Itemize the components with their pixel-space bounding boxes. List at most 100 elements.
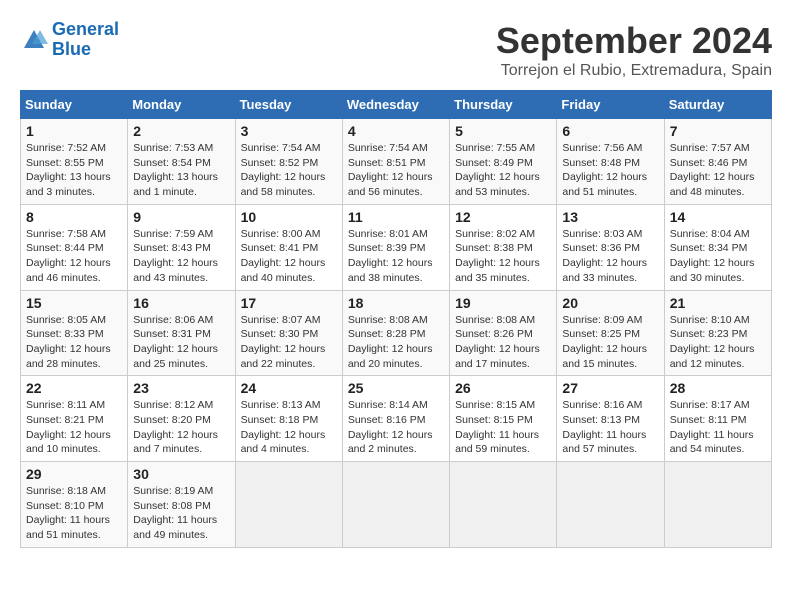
calendar-cell: 2Sunrise: 7:53 AMSunset: 8:54 PMDaylight… — [128, 119, 235, 205]
day-info: Sunrise: 8:01 AMSunset: 8:39 PMDaylight:… — [348, 227, 444, 286]
month-title: September 2024 — [496, 20, 772, 62]
calendar-cell: 20 Sunrise: 8:09 AMSunset: 8:25 PMDayligh… — [557, 290, 664, 376]
day-number: 29 — [26, 466, 122, 482]
day-number: 14 — [670, 209, 766, 225]
calendar-cell: 29 Sunrise: 8:18 AMSunset: 8:10 PMDayligh… — [21, 462, 128, 548]
day-number: 7 — [670, 123, 766, 139]
day-info: Sunrise: 7:53 AMSunset: 8:54 PMDaylight:… — [133, 141, 229, 200]
calendar-cell — [342, 462, 449, 548]
calendar-cell: 7 Sunrise: 7:57 AMSunset: 8:46 PMDaylight… — [664, 119, 771, 205]
calendar-week-1: 1 Sunrise: 7:52 AMSunset: 8:55 PMDaylight… — [21, 119, 772, 205]
calendar-cell: 16 Sunrise: 8:06 AMSunset: 8:31 PMDayligh… — [128, 290, 235, 376]
day-info: Sunrise: 8:03 AMSunset: 8:36 PMDaylight:… — [562, 227, 658, 286]
logo: General Blue — [20, 20, 119, 60]
calendar-cell: 26 Sunrise: 8:15 AMSunset: 8:15 PMDayligh… — [450, 376, 557, 462]
day-info: Sunrise: 8:11 AMSunset: 8:21 PMDaylight:… — [26, 398, 122, 457]
weekday-header-friday: Friday — [557, 91, 664, 119]
calendar-cell: 18 Sunrise: 8:08 AMSunset: 8:28 PMDayligh… — [342, 290, 449, 376]
calendar-cell: 14 Sunrise: 8:04 AMSunset: 8:34 PMDayligh… — [664, 204, 771, 290]
day-info: Sunrise: 7:55 AMSunset: 8:49 PMDaylight:… — [455, 141, 551, 200]
calendar-cell: 1 Sunrise: 7:52 AMSunset: 8:55 PMDaylight… — [21, 119, 128, 205]
calendar-cell: 30Sunrise: 8:19 AMSunset: 8:08 PMDayligh… — [128, 462, 235, 548]
calendar-cell: 19 Sunrise: 8:08 AMSunset: 8:26 PMDayligh… — [450, 290, 557, 376]
title-block: September 2024 Torrejon el Rubio, Extrem… — [496, 20, 772, 80]
day-info: Sunrise: 8:02 AMSunset: 8:38 PMDaylight:… — [455, 227, 551, 286]
day-number: 19 — [455, 295, 551, 311]
day-number: 27 — [562, 380, 658, 396]
weekday-header-sunday: Sunday — [21, 91, 128, 119]
logo-line1: General — [52, 19, 119, 39]
day-number: 5 — [455, 123, 551, 139]
calendar-cell — [664, 462, 771, 548]
day-number: 17 — [241, 295, 337, 311]
calendar-cell: 25 Sunrise: 8:14 AMSunset: 8:16 PMDayligh… — [342, 376, 449, 462]
day-info: Sunrise: 7:57 AMSunset: 8:46 PMDaylight:… — [670, 141, 766, 200]
calendar-cell — [557, 462, 664, 548]
day-info: Sunrise: 8:14 AMSunset: 8:16 PMDaylight:… — [348, 398, 444, 457]
calendar-cell: 4 Sunrise: 7:54 AMSunset: 8:51 PMDaylight… — [342, 119, 449, 205]
day-number: 24 — [241, 380, 337, 396]
calendar-cell — [235, 462, 342, 548]
calendar-cell: 8 Sunrise: 7:58 AMSunset: 8:44 PMDaylight… — [21, 204, 128, 290]
weekday-header-wednesday: Wednesday — [342, 91, 449, 119]
day-info: Sunrise: 8:08 AMSunset: 8:26 PMDaylight:… — [455, 313, 551, 372]
day-number: 9 — [133, 209, 229, 225]
day-number: 21 — [670, 295, 766, 311]
day-info: Sunrise: 8:19 AMSunset: 8:08 PMDaylight:… — [133, 484, 229, 543]
day-info: Sunrise: 7:58 AMSunset: 8:44 PMDaylight:… — [26, 227, 122, 286]
calendar-table: SundayMondayTuesdayWednesdayThursdayFrid… — [20, 90, 772, 548]
calendar-cell: 13 Sunrise: 8:03 AMSunset: 8:36 PMDayligh… — [557, 204, 664, 290]
calendar-cell — [450, 462, 557, 548]
day-info: Sunrise: 7:54 AMSunset: 8:51 PMDaylight:… — [348, 141, 444, 200]
calendar-week-2: 8 Sunrise: 7:58 AMSunset: 8:44 PMDaylight… — [21, 204, 772, 290]
calendar-cell: 21 Sunrise: 8:10 AMSunset: 8:23 PMDayligh… — [664, 290, 771, 376]
day-number: 25 — [348, 380, 444, 396]
day-number: 15 — [26, 295, 122, 311]
day-number: 16 — [133, 295, 229, 311]
day-info: Sunrise: 8:15 AMSunset: 8:15 PMDaylight:… — [455, 398, 551, 457]
day-number: 13 — [562, 209, 658, 225]
day-number: 8 — [26, 209, 122, 225]
calendar-cell: 10Sunrise: 8:00 AMSunset: 8:41 PMDayligh… — [235, 204, 342, 290]
day-number: 20 — [562, 295, 658, 311]
calendar-week-3: 15Sunrise: 8:05 AMSunset: 8:33 PMDayligh… — [21, 290, 772, 376]
weekday-header-row: SundayMondayTuesdayWednesdayThursdayFrid… — [21, 91, 772, 119]
day-info: Sunrise: 8:06 AMSunset: 8:31 PMDaylight:… — [133, 313, 229, 372]
day-info: Sunrise: 7:52 AMSunset: 8:55 PMDaylight:… — [26, 141, 122, 200]
calendar-cell: 24 Sunrise: 8:13 AMSunset: 8:18 PMDayligh… — [235, 376, 342, 462]
calendar-body: 1 Sunrise: 7:52 AMSunset: 8:55 PMDaylight… — [21, 119, 772, 548]
calendar-cell: 5 Sunrise: 7:55 AMSunset: 8:49 PMDaylight… — [450, 119, 557, 205]
calendar-cell: 23Sunrise: 8:12 AMSunset: 8:20 PMDayligh… — [128, 376, 235, 462]
calendar-week-5: 29 Sunrise: 8:18 AMSunset: 8:10 PMDayligh… — [21, 462, 772, 548]
calendar-week-4: 22Sunrise: 8:11 AMSunset: 8:21 PMDayligh… — [21, 376, 772, 462]
logo-icon — [20, 26, 48, 54]
day-info: Sunrise: 8:04 AMSunset: 8:34 PMDaylight:… — [670, 227, 766, 286]
day-info: Sunrise: 8:08 AMSunset: 8:28 PMDaylight:… — [348, 313, 444, 372]
calendar-cell: 9Sunrise: 7:59 AMSunset: 8:43 PMDaylight… — [128, 204, 235, 290]
day-number: 26 — [455, 380, 551, 396]
day-number: 1 — [26, 123, 122, 139]
calendar-cell: 28Sunrise: 8:17 AMSunset: 8:11 PMDayligh… — [664, 376, 771, 462]
calendar-cell: 6Sunrise: 7:56 AMSunset: 8:48 PMDaylight… — [557, 119, 664, 205]
weekday-header-saturday: Saturday — [664, 91, 771, 119]
calendar-cell: 12 Sunrise: 8:02 AMSunset: 8:38 PMDayligh… — [450, 204, 557, 290]
day-number: 10 — [241, 209, 337, 225]
day-info: Sunrise: 8:10 AMSunset: 8:23 PMDaylight:… — [670, 313, 766, 372]
day-info: Sunrise: 7:54 AMSunset: 8:52 PMDaylight:… — [241, 141, 337, 200]
day-number: 12 — [455, 209, 551, 225]
day-info: Sunrise: 8:12 AMSunset: 8:20 PMDaylight:… — [133, 398, 229, 457]
day-number: 4 — [348, 123, 444, 139]
logo-line2: Blue — [52, 39, 91, 59]
day-info: Sunrise: 8:16 AMSunset: 8:13 PMDaylight:… — [562, 398, 658, 457]
weekday-header-monday: Monday — [128, 91, 235, 119]
day-info: Sunrise: 8:09 AMSunset: 8:25 PMDaylight:… — [562, 313, 658, 372]
page-header: General Blue September 2024 Torrejon el … — [20, 20, 772, 80]
day-info: Sunrise: 8:18 AMSunset: 8:10 PMDaylight:… — [26, 484, 122, 543]
calendar-cell: 22Sunrise: 8:11 AMSunset: 8:21 PMDayligh… — [21, 376, 128, 462]
day-number: 6 — [562, 123, 658, 139]
day-info: Sunrise: 8:13 AMSunset: 8:18 PMDaylight:… — [241, 398, 337, 457]
calendar-cell: 17Sunrise: 8:07 AMSunset: 8:30 PMDayligh… — [235, 290, 342, 376]
day-number: 18 — [348, 295, 444, 311]
weekday-header-thursday: Thursday — [450, 91, 557, 119]
calendar-cell: 3Sunrise: 7:54 AMSunset: 8:52 PMDaylight… — [235, 119, 342, 205]
